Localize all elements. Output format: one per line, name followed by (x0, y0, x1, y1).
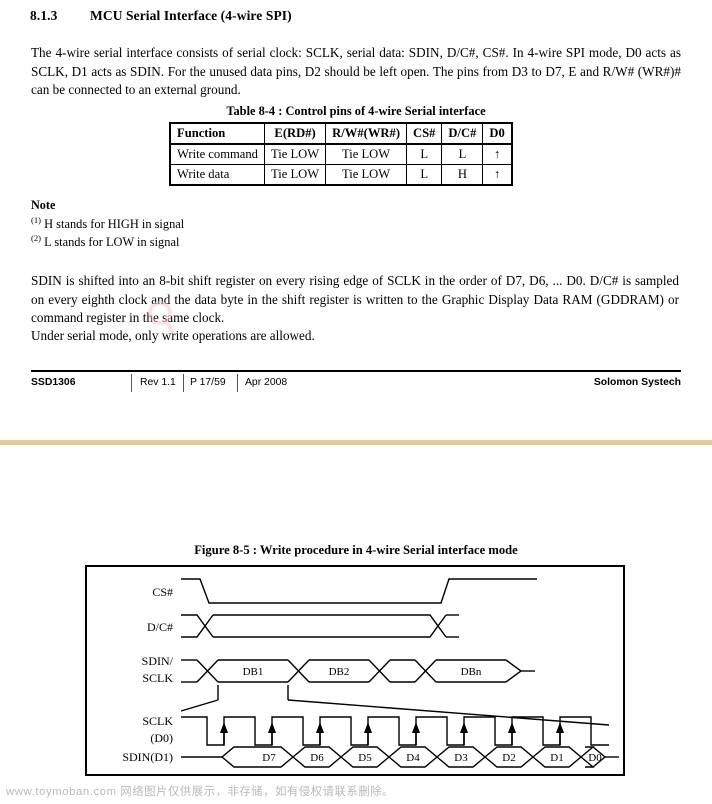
table-header-cell: Function (168, 122, 265, 145)
signal-label-cs: CS# (152, 585, 173, 599)
bit-label-d2: D2 (502, 752, 515, 764)
table-caption: Table 8-4 : Control pins of 4-wire Seria… (226, 104, 486, 118)
footer-company: Solomon Systech (593, 377, 681, 388)
table-cell: H (441, 164, 484, 186)
bit-label-d1: D1 (550, 752, 563, 764)
timing-diagram: CS# D/C# SDIN/ SCLK SCLK (D0) SDIN(D1) D… (85, 565, 625, 776)
table-header-cell: D0 (482, 122, 513, 145)
bit-label-d6: D6 (310, 752, 324, 764)
note-text: H stands for HIGH in signal (44, 216, 185, 231)
table-row: Write command Tie LOW Tie LOW L L ↑ (168, 143, 513, 165)
bit-label-d0: D0 (588, 752, 602, 764)
bit-label-d5: D5 (358, 752, 372, 764)
signal-label-sdin-sclk-line1: SDIN/ (142, 654, 174, 668)
table-cell: L (406, 164, 443, 186)
table-header-cell: R/W#(WR#) (325, 122, 408, 145)
footer-date: Apr 2008 (245, 377, 288, 388)
control-pins-table: Function E(RD#) R/W#(WR#) CS# D/C# D0 Wr… (168, 122, 513, 186)
footer-divider (237, 374, 238, 392)
note-marker: (1) (31, 214, 42, 225)
table-cell: ↑ (482, 164, 513, 186)
bottom-watermark-text: www.toymoban.com 网络图片仅供展示，非存储，如有侵权请联系删除。 (6, 786, 395, 798)
note-title: Note (31, 198, 56, 212)
table-cell: Write data (168, 164, 265, 186)
footer-divider (183, 374, 184, 392)
document-page: 8.1.3 MCU Serial Interface (4-wire SPI) T… (0, 0, 712, 804)
byte-label-dbn: DBn (461, 666, 482, 678)
table-row: Write data Tie LOW Tie LOW L H ↑ (168, 164, 513, 186)
footer-rule (31, 370, 681, 372)
table-cell: Tie LOW (325, 164, 408, 186)
signal-label-sdin-d1: SDIN(D1) (122, 750, 173, 764)
bit-label-d3: D3 (454, 752, 468, 764)
section-heading: 8.1.3 MCU Serial Interface (4-wire SPI) (30, 8, 292, 24)
footer-revision: Rev 1.1 (140, 377, 176, 388)
paragraph-intro: The 4-wire serial interface consists of … (31, 45, 681, 97)
bit-label-d7: D7 (262, 752, 276, 764)
table-cell: Tie LOW (263, 164, 327, 186)
table-header-row: Function E(RD#) R/W#(WR#) CS# D/C# D0 (168, 122, 513, 145)
section-number: 8.1.3 (30, 8, 58, 23)
footer-part-number: SSD1306 (31, 377, 76, 388)
figure-caption: Figure 8-5 : Write procedure in 4-wire S… (194, 543, 518, 557)
paragraph-sdin: SDIN is shifted into an 8-bit shift regi… (31, 273, 679, 325)
table-cell: Tie LOW (325, 143, 408, 165)
footer-page-number: P 17/59 (190, 377, 226, 388)
page-footer: SSD1306 Rev 1.1 P 17/59 Apr 2008 Solomon… (31, 374, 681, 392)
note-item: (1) H stands for HIGH in signal (31, 213, 184, 232)
table-cell: L (406, 143, 443, 165)
note-block: Note (1) H stands for HIGH in signal (2)… (31, 198, 184, 250)
page-separator (0, 440, 712, 445)
signal-label-sdin-sclk-line2: SCLK (142, 671, 173, 685)
bit-label-d4: D4 (406, 752, 420, 764)
byte-label-db2: DB2 (329, 666, 350, 678)
section-title: MCU Serial Interface (4-wire SPI) (90, 8, 292, 23)
signal-label-dc: D/C# (147, 620, 173, 634)
table-cell: Write command (168, 143, 265, 165)
paragraph-under-serial-mode: Under serial mode, only write operations… (31, 328, 315, 343)
signal-label-sclk-d0-line1: SCLK (142, 714, 173, 728)
note-item: (2) L stands for LOW in signal (31, 231, 184, 250)
byte-label-db1: DB1 (243, 666, 264, 678)
table-cell: Tie LOW (263, 143, 327, 165)
note-marker: (2) (31, 233, 42, 244)
footer-divider (131, 374, 132, 392)
table-header-cell: E(RD#) (263, 122, 327, 145)
table-header-cell: D/C# (441, 122, 484, 145)
table-cell: ↑ (482, 143, 513, 165)
table-cell: L (441, 143, 484, 165)
note-text: L stands for LOW in signal (44, 235, 180, 250)
signal-label-sclk-d0-line2: (D0) (150, 731, 173, 745)
table-header-cell: CS# (406, 122, 443, 145)
